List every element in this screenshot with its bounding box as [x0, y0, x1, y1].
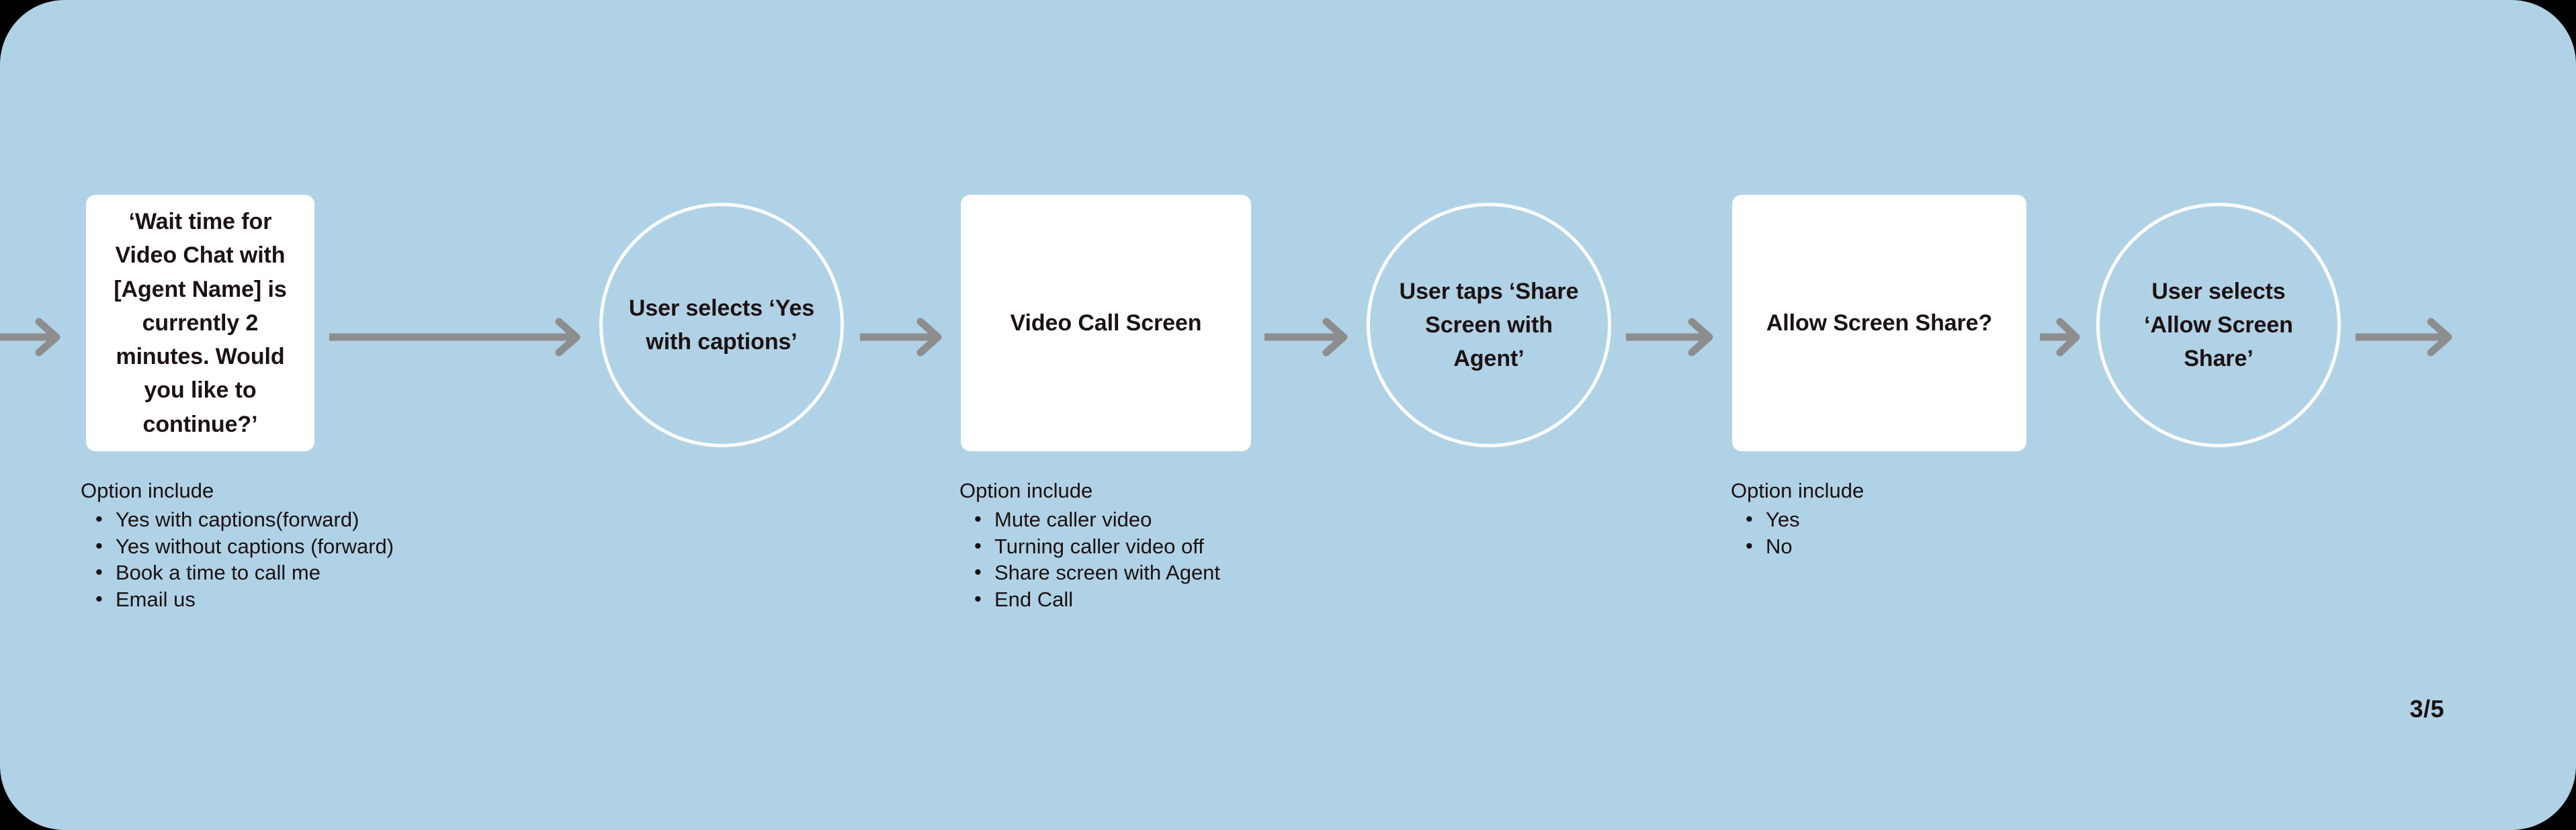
node-user-selects-yes-with-captions[interactable]: User selects ‘Yes with captions’ [599, 203, 844, 447]
options-allow-screen-share-title: Option include [1731, 479, 1864, 502]
diagram-canvas: ‘Wait time for Video Chat with [Agent Na… [0, 0, 2576, 830]
node-video-call-screen[interactable]: Video Call Screen [961, 195, 1251, 451]
list-item: Book a time to call me [81, 559, 484, 586]
node-user-selects-allow-screen-share-label: User selects ‘Allow Screen Share’ [2144, 278, 2293, 372]
node-wait-time[interactable]: ‘Wait time for Video Chat with [Agent Na… [86, 195, 314, 451]
options-video-call-title: Option include [959, 479, 1093, 502]
list-item: No [1731, 533, 2067, 560]
list-item: Share screen with Agent [959, 559, 1363, 586]
options-allow-screen-share: Option include Yes No [1731, 480, 2067, 559]
list-item: End Call [959, 586, 1363, 613]
list-item: Yes without captions (forward) [81, 533, 484, 560]
flow-row: ‘Wait time for Video Chat with [Agent Na… [0, 195, 2576, 451]
page-indicator: 3/5 [2409, 695, 2444, 723]
options-wait-time-title: Option include [81, 479, 214, 502]
node-user-selects-allow-screen-share[interactable]: User selects ‘Allow Screen Share’ [2096, 203, 2341, 447]
list-item: Yes with captions(forward) [81, 506, 484, 533]
node-video-call-screen-label: Video Call Screen [1010, 310, 1202, 336]
list-item: Mute caller video [959, 506, 1363, 533]
node-user-taps-share-screen-with-agent[interactable]: User taps ‘Share Screen with Agent’ [1367, 203, 1611, 447]
list-item: Turning caller video off [959, 533, 1363, 560]
list-item: Yes [1731, 506, 2067, 533]
options-video-call-list: Mute caller video Turning caller video o… [959, 506, 1363, 613]
node-user-taps-share-screen-with-agent-label: User taps ‘Share Screen with Agent’ [1399, 278, 1579, 372]
node-user-selects-yes-with-captions-label: User selects ‘Yes with captions’ [628, 295, 815, 355]
options-wait-time: Option include Yes with captions(forward… [81, 480, 484, 613]
options-wait-time-list: Yes with captions(forward) Yes without c… [81, 506, 484, 613]
options-allow-screen-share-list: Yes No [1731, 506, 2067, 559]
node-allow-screen-share[interactable]: Allow Screen Share? [1732, 195, 2026, 451]
node-wait-time-label: ‘Wait time for Video Chat with [Agent Na… [114, 208, 287, 437]
options-video-call: Option include Mute caller video Turning… [959, 480, 1363, 613]
list-item: Email us [81, 586, 484, 613]
node-allow-screen-share-label: Allow Screen Share? [1766, 310, 1993, 336]
